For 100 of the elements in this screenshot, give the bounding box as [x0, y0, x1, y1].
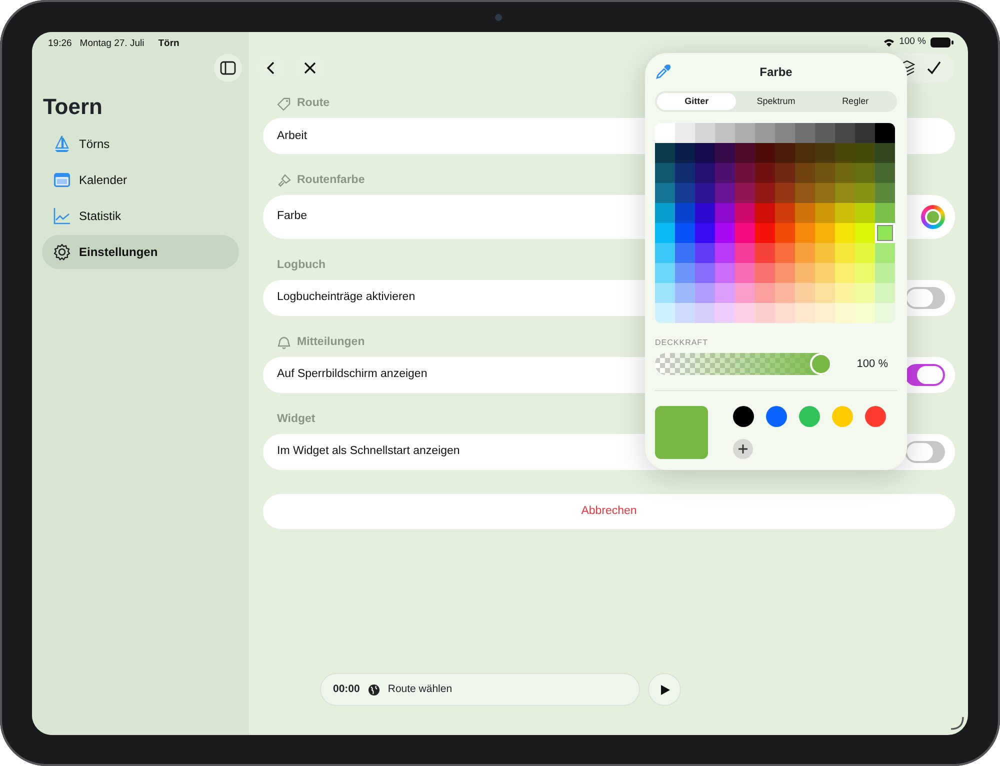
color-swatch[interactable]: [755, 223, 775, 243]
color-swatch[interactable]: [875, 243, 895, 263]
color-swatch[interactable]: [855, 143, 875, 163]
color-swatch[interactable]: [835, 183, 855, 203]
color-swatch[interactable]: [775, 303, 795, 323]
color-swatch[interactable]: [675, 163, 695, 183]
color-swatch[interactable]: [855, 203, 875, 223]
color-swatch[interactable]: [655, 203, 675, 223]
color-swatch[interactable]: [755, 203, 775, 223]
color-swatch[interactable]: [675, 263, 695, 283]
color-swatch[interactable]: [875, 283, 895, 303]
color-swatch[interactable]: [675, 303, 695, 323]
color-swatch[interactable]: [855, 123, 875, 143]
color-swatch[interactable]: [855, 303, 875, 323]
back-to-app-label[interactable]: Törn: [158, 37, 180, 53]
color-swatch[interactable]: [795, 263, 815, 283]
color-swatch[interactable]: [835, 123, 855, 143]
color-swatch[interactable]: [675, 243, 695, 263]
color-swatch[interactable]: [735, 183, 755, 203]
color-swatch[interactable]: [775, 243, 795, 263]
color-swatch[interactable]: [715, 243, 735, 263]
back-button[interactable]: [257, 54, 285, 82]
color-swatch[interactable]: [815, 283, 835, 303]
color-swatch[interactable]: [655, 183, 675, 203]
color-swatch[interactable]: [835, 263, 855, 283]
color-swatch[interactable]: [675, 283, 695, 303]
color-swatch[interactable]: [855, 163, 875, 183]
sidebar-item[interactable]: Statistik: [42, 199, 239, 233]
color-swatch[interactable]: [875, 303, 895, 323]
color-swatch[interactable]: [755, 263, 775, 283]
color-swatch[interactable]: [695, 163, 715, 183]
color-swatch[interactable]: [735, 263, 755, 283]
color-swatch[interactable]: [715, 123, 735, 143]
sidebar-toggle-button[interactable]: [214, 54, 242, 82]
color-swatch[interactable]: [695, 223, 715, 243]
color-swatch[interactable]: [675, 123, 695, 143]
color-swatch[interactable]: [815, 163, 835, 183]
color-dot[interactable]: [865, 406, 886, 427]
color-swatch[interactable]: [655, 243, 675, 263]
color-swatch[interactable]: [875, 203, 895, 223]
color-dot[interactable]: [799, 406, 820, 427]
color-swatch[interactable]: [815, 123, 835, 143]
color-swatch[interactable]: [655, 143, 675, 163]
color-swatch[interactable]: [695, 203, 715, 223]
color-dot[interactable]: [766, 406, 787, 427]
color-swatch[interactable]: [695, 283, 715, 303]
color-swatch[interactable]: [655, 223, 675, 243]
color-swatch[interactable]: [695, 143, 715, 163]
color-swatch[interactable]: [735, 203, 755, 223]
color-swatch[interactable]: [655, 163, 675, 183]
color-swatch[interactable]: [775, 123, 795, 143]
sidebar-item[interactable]: Einstellungen: [42, 235, 239, 269]
color-swatch[interactable]: [815, 203, 835, 223]
color-swatch[interactable]: [855, 243, 875, 263]
color-swatch[interactable]: [715, 283, 735, 303]
color-swatch[interactable]: [855, 183, 875, 203]
color-swatch[interactable]: [795, 163, 815, 183]
color-swatch[interactable]: [655, 263, 675, 283]
color-swatch[interactable]: [835, 143, 855, 163]
color-swatch[interactable]: [755, 243, 775, 263]
color-swatch[interactable]: [755, 183, 775, 203]
color-swatch[interactable]: [815, 143, 835, 163]
color-swatch[interactable]: [815, 243, 835, 263]
color-swatch[interactable]: [795, 303, 815, 323]
color-swatch[interactable]: [735, 303, 755, 323]
color-swatch[interactable]: [655, 303, 675, 323]
color-swatch[interactable]: [815, 183, 835, 203]
color-swatch[interactable]: [735, 283, 755, 303]
color-swatch[interactable]: [775, 283, 795, 303]
color-swatch[interactable]: [695, 123, 715, 143]
color-swatch[interactable]: [775, 263, 795, 283]
color-swatch[interactable]: [655, 123, 675, 143]
color-swatch[interactable]: [795, 283, 815, 303]
segment-tab[interactable]: Regler: [816, 93, 895, 110]
close-button[interactable]: [296, 54, 324, 82]
color-swatch[interactable]: [815, 223, 835, 243]
color-swatch[interactable]: [875, 163, 895, 183]
color-swatch[interactable]: [875, 183, 895, 203]
color-swatch[interactable]: [755, 163, 775, 183]
sidebar-item[interactable]: Kalender: [42, 163, 239, 197]
color-swatch[interactable]: [795, 143, 815, 163]
color-swatch[interactable]: [855, 223, 875, 243]
color-swatch[interactable]: [715, 203, 735, 223]
color-swatch[interactable]: [875, 223, 895, 243]
color-swatch[interactable]: [655, 283, 675, 303]
add-icon[interactable]: [738, 444, 748, 454]
color-swatch[interactable]: [695, 303, 715, 323]
color-swatch[interactable]: [715, 263, 735, 283]
color-swatch[interactable]: [695, 243, 715, 263]
color-swatch[interactable]: [775, 203, 795, 223]
color-swatch[interactable]: [835, 303, 855, 323]
checkmark-icon[interactable]: [926, 60, 942, 76]
cancel-button[interactable]: Abbrechen: [263, 494, 955, 529]
color-swatch[interactable]: [715, 183, 735, 203]
color-swatch[interactable]: [855, 263, 875, 283]
color-swatch[interactable]: [795, 183, 815, 203]
color-swatch[interactable]: [875, 143, 895, 163]
color-swatch[interactable]: [775, 163, 795, 183]
color-swatch[interactable]: [675, 223, 695, 243]
color-swatch[interactable]: [835, 283, 855, 303]
